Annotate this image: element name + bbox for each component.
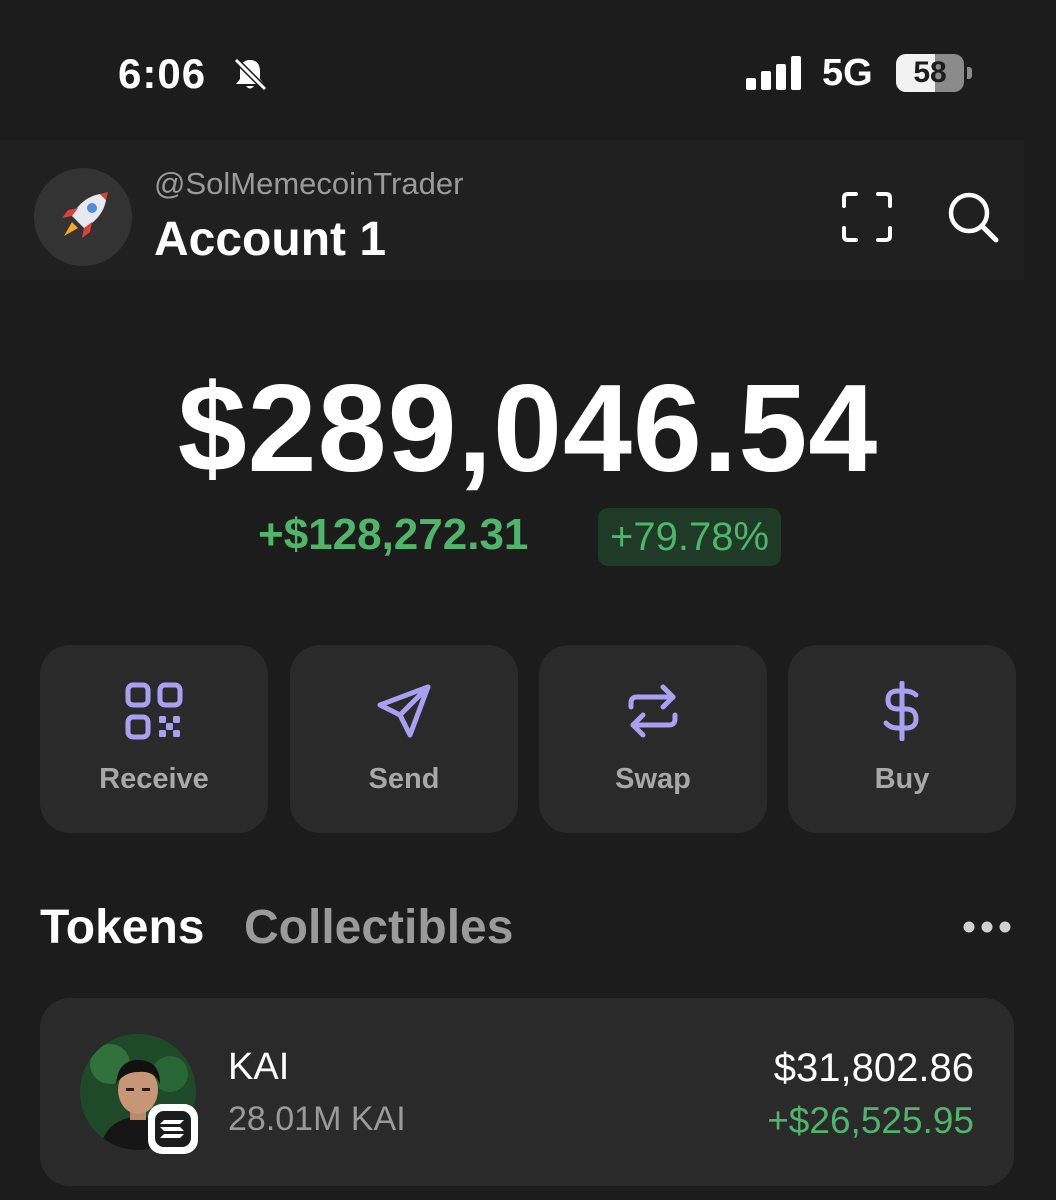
balance-change: +$128,272.31 +79.78% <box>0 504 1056 566</box>
battery-level: 58 <box>913 56 947 89</box>
change-amount: +$128,272.31 <box>258 510 529 559</box>
dollar-icon <box>883 681 919 741</box>
status-time: 6:06 <box>118 50 207 97</box>
token-row[interactable]: KAI 28.01M KAI $31,802.86 +$26,525.95 <box>40 998 1014 1186</box>
tab-collectibles[interactable]: Collectibles <box>244 900 513 955</box>
buy-button[interactable]: Buy <box>788 645 1016 833</box>
change-percent-badge: +79.78% <box>598 508 782 566</box>
network-type: 5G <box>822 52 873 94</box>
asset-tabs: Tokens Collectibles <box>0 900 1056 960</box>
token-amount: 28.01M KAI <box>228 1100 406 1138</box>
account-avatar[interactable] <box>34 168 132 266</box>
swap-button[interactable]: Swap <box>539 645 767 833</box>
buy-label: Buy <box>874 763 930 795</box>
search-icon[interactable] <box>944 188 1002 246</box>
send-button[interactable]: Send <box>290 645 518 833</box>
total-balance: $289,046.54 <box>177 360 879 498</box>
more-dots-icon[interactable] <box>962 920 1012 934</box>
battery-icon: 58 <box>896 54 974 92</box>
send-icon <box>377 684 431 738</box>
qr-code-icon <box>125 682 183 740</box>
rocket-icon <box>62 192 108 238</box>
account-handle[interactable]: @SolMemecoinTrader <box>154 166 463 202</box>
status-bar: 6:06 5G 58 <box>0 0 1056 140</box>
account-header: @SolMemecoinTrader Account 1 <box>0 140 1024 280</box>
token-value: $31,802.86 <box>773 1046 974 1090</box>
send-label: Send <box>368 763 440 795</box>
solana-icon <box>148 1104 198 1154</box>
tab-tokens[interactable]: Tokens <box>40 900 204 955</box>
bell-slash-icon <box>233 57 268 92</box>
token-name: KAI <box>228 1046 290 1088</box>
account-name[interactable]: Account 1 <box>154 212 386 267</box>
scan-icon[interactable] <box>838 188 896 246</box>
cellular-signal-icon <box>746 56 801 90</box>
receive-button[interactable]: Receive <box>40 645 268 833</box>
receive-label: Receive <box>99 763 209 795</box>
swap-label: Swap <box>615 763 691 795</box>
token-change: +$26,525.95 <box>767 1100 974 1141</box>
swap-icon <box>628 684 678 738</box>
